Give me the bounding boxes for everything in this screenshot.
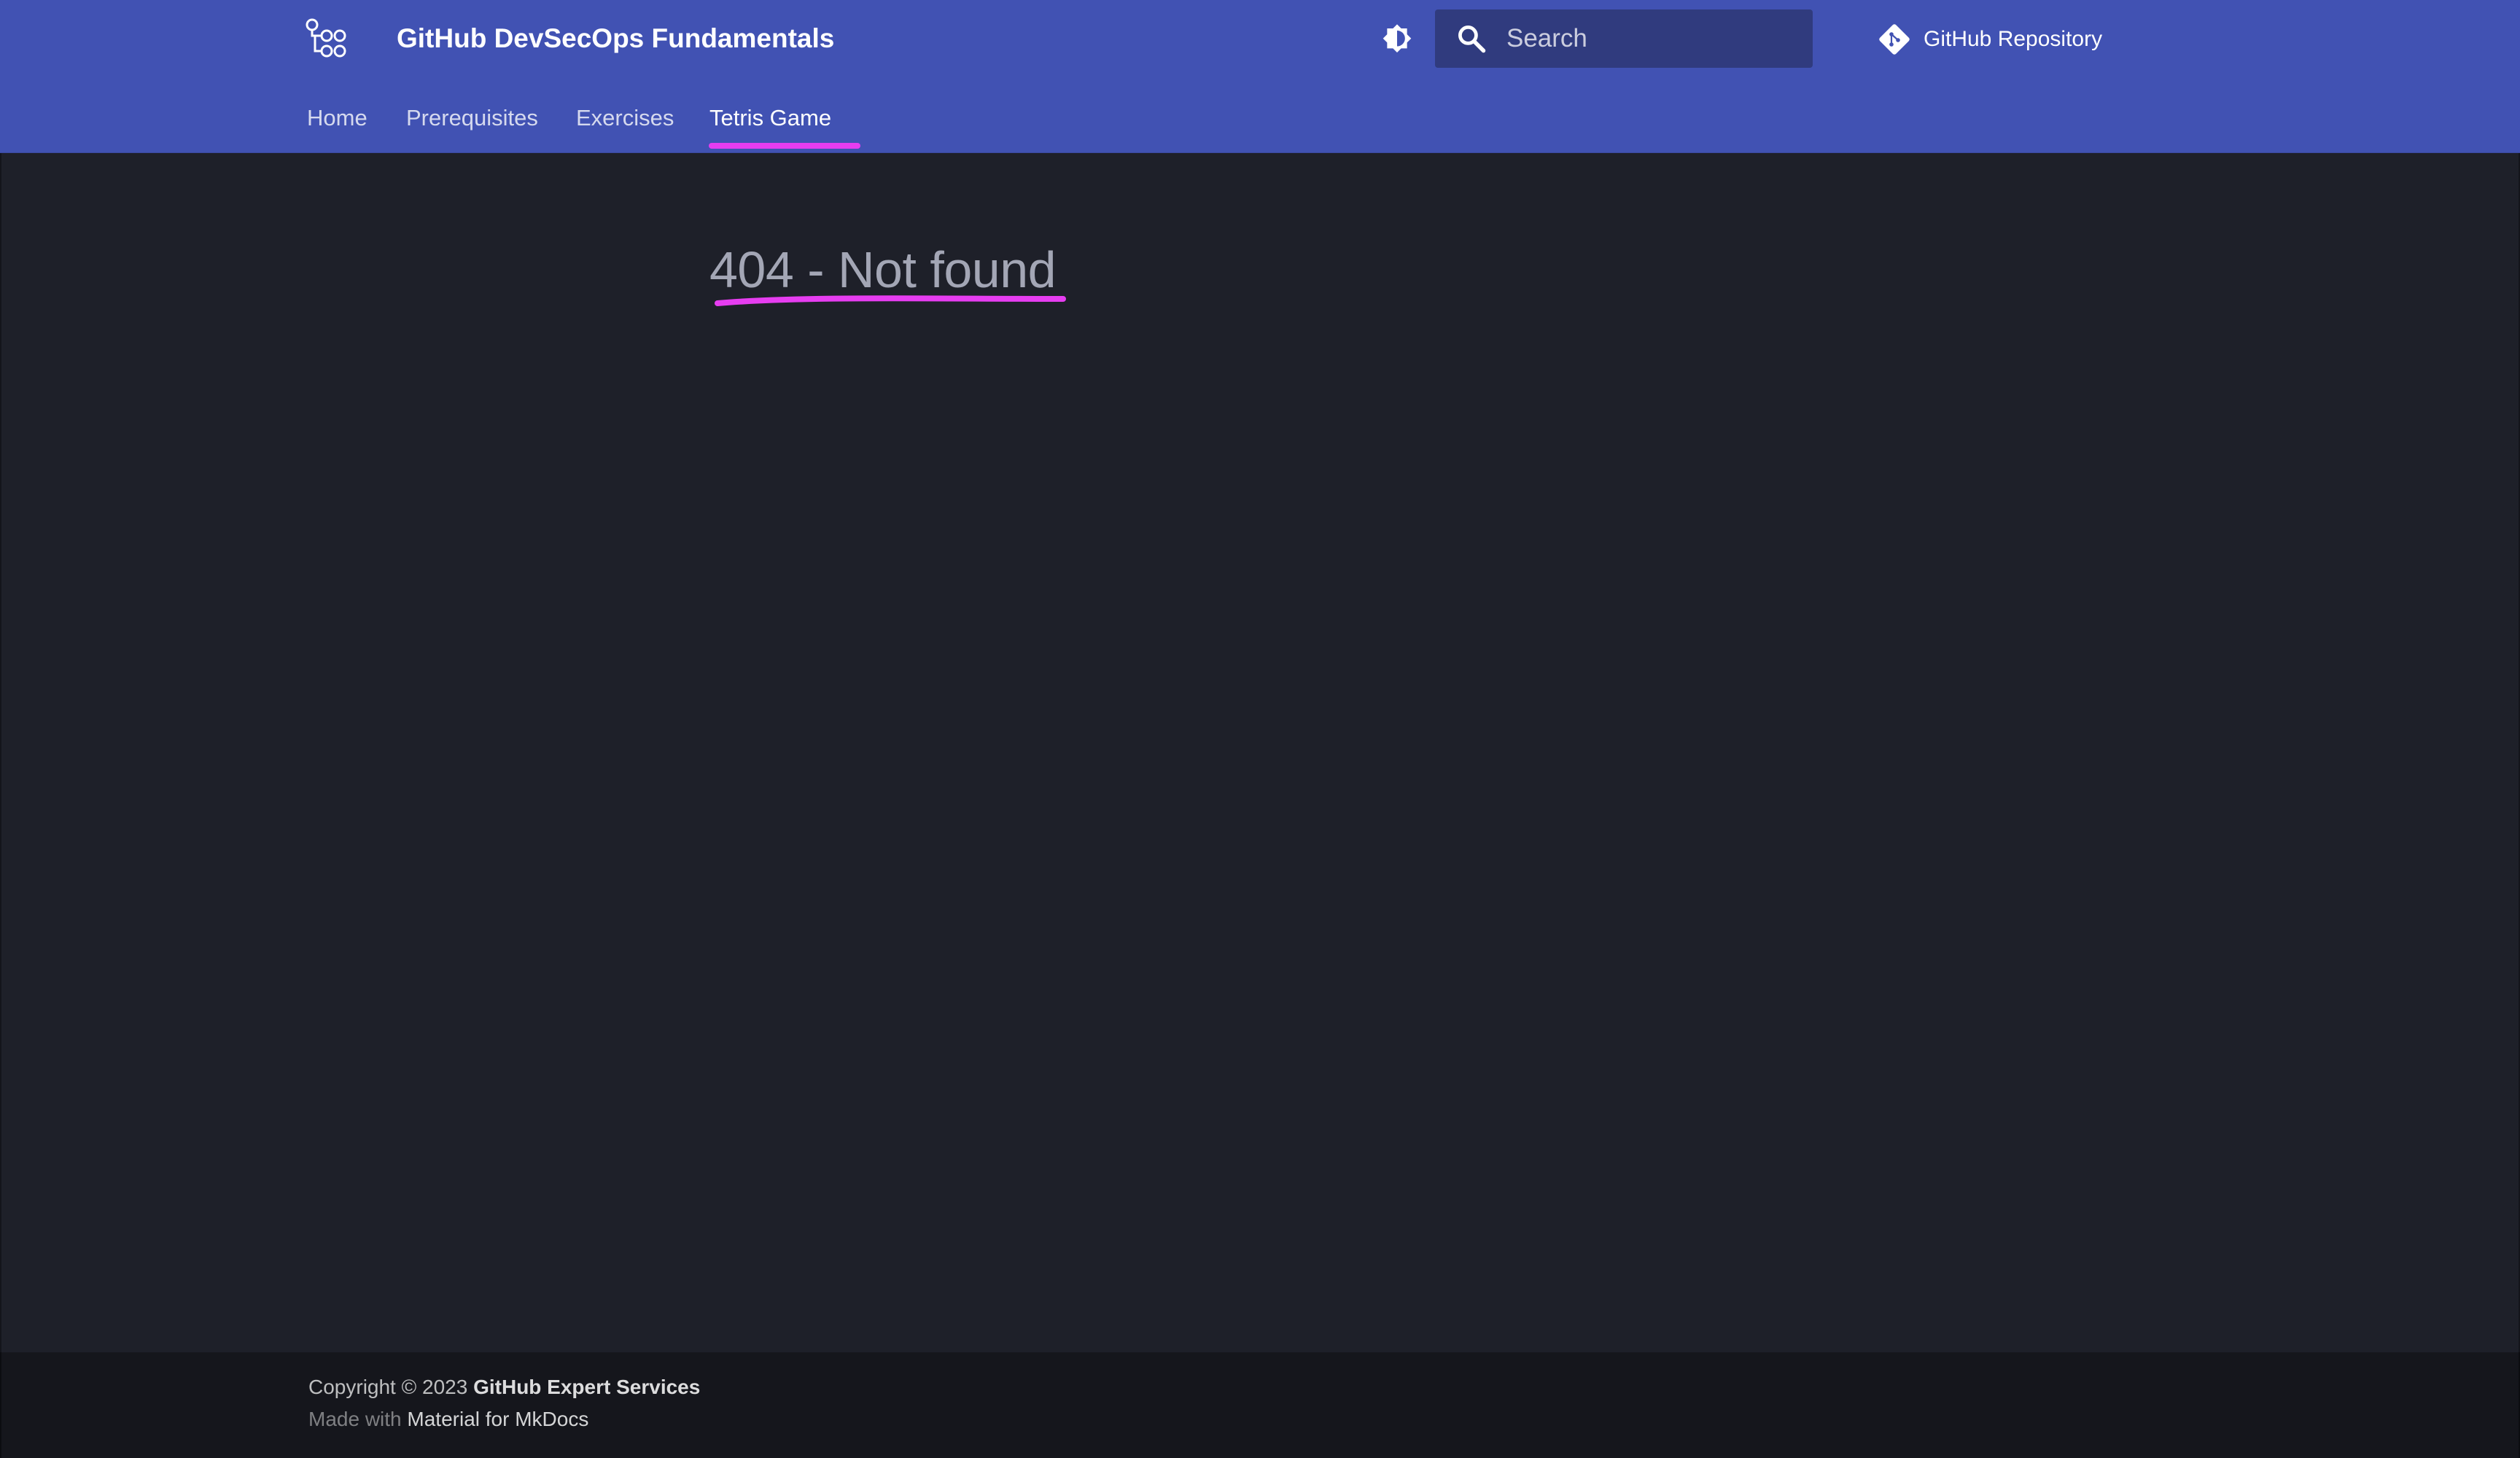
site-title[interactable]: GitHub DevSecOps Fundamentals [397,20,834,57]
page: GitHub DevSecOps Fundamentals GitHub [0,0,2520,1458]
github-repository-link[interactable]: GitHub Repository [1877,19,2102,60]
repo-label: GitHub Repository [1924,27,2103,51]
search-icon [1458,26,1486,53]
copyright: Copyright © 2023 GitHub Expert Services [308,1376,700,1399]
made-with: Made with Material for MkDocs [308,1408,588,1431]
tab-home[interactable]: Home [307,102,368,134]
brightness-icon [1382,24,1412,52]
workflow-icon[interactable] [305,17,347,60]
tab-exercises[interactable]: Exercises [576,102,674,134]
tab-tetris-game[interactable]: Tetris Game [709,102,831,134]
search-input[interactable] [1506,9,1798,68]
search-bar[interactable] [1435,9,1813,68]
material-for-mkdocs-link[interactable]: Material for MkDocs [407,1408,588,1430]
active-tab-indicator [709,143,860,149]
made-with-prefix: Made with [308,1408,402,1430]
tab-prerequisites[interactable]: Prerequisites [406,102,538,134]
nav-tabs: Home Prerequisites Exercises Tetris Game [0,87,2520,153]
copyright-owner: GitHub Expert Services [473,1376,701,1398]
title-underline [715,295,1066,306]
theme-toggle-button[interactable] [1377,19,1418,60]
main-content: 404 - Not found [0,153,2520,1352]
git-icon [1879,24,1910,55]
site-header: GitHub DevSecOps Fundamentals GitHub [0,0,2520,87]
copyright-prefix: Copyright © 2023 [308,1376,468,1398]
site-footer: Copyright © 2023 GitHub Expert Services … [0,1352,2520,1458]
